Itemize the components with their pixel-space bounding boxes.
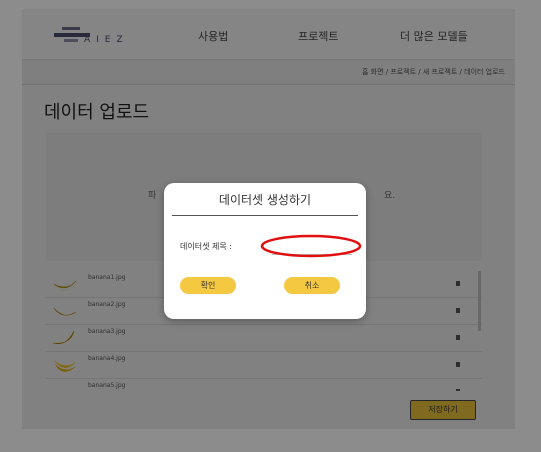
create-dataset-modal: 데이터셋 생성하기 데이터셋 제목 : 확인 취소 (164, 183, 366, 319)
modal-divider (172, 215, 358, 216)
cancel-button[interactable]: 취소 (284, 277, 340, 294)
highlight-ring (260, 234, 362, 258)
modal-title: 데이터셋 생성하기 (218, 193, 312, 207)
confirm-button[interactable]: 확인 (180, 277, 236, 294)
dataset-title-label: 데이터셋 제목 : (180, 242, 232, 251)
